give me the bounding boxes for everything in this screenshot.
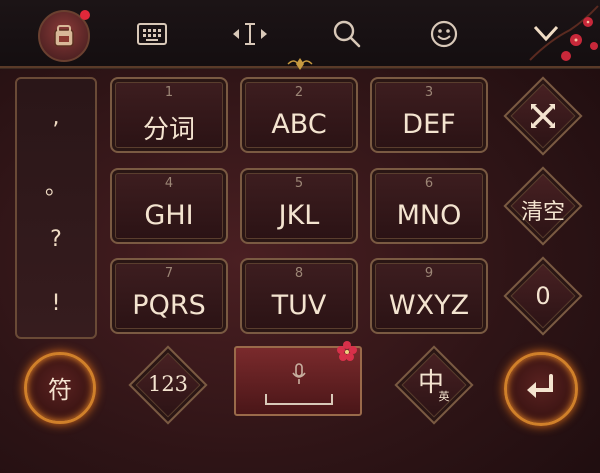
key-number: 2 (294, 85, 304, 100)
key-number: 1 (164, 85, 174, 100)
enter-icon (527, 374, 553, 398)
punct-comma-key[interactable]: , (17, 105, 95, 130)
delete-icon (531, 104, 555, 128)
space-voice-key[interactable] (234, 341, 362, 416)
cursor-edit-icon (233, 23, 267, 45)
key-number: 7 (164, 266, 174, 281)
key-label: GHI (144, 200, 194, 231)
keyboard-icon (137, 23, 167, 45)
cursor-edit-button[interactable] (230, 14, 270, 54)
language-sub-label: 英 (438, 390, 450, 403)
key-number: 9 (424, 266, 434, 281)
punctuation-column: , 。 ? ! (15, 77, 97, 339)
key-label: WXYZ (388, 290, 470, 321)
key-1-fenci[interactable]: 1 分词 (110, 77, 228, 153)
key-2-abc[interactable]: 2 ABC (240, 77, 358, 153)
punct-period-key[interactable]: 。 (17, 169, 95, 201)
emoji-icon (430, 20, 458, 48)
key-label: ABC (271, 109, 327, 140)
key-number: 4 (164, 176, 174, 191)
key-3-def[interactable]: 3 DEF (370, 77, 488, 153)
search-button[interactable] (327, 14, 367, 54)
search-icon (333, 20, 361, 48)
collapse-keyboard-button[interactable] (526, 14, 566, 54)
emoji-button[interactable] (424, 14, 464, 54)
key-9-wxyz[interactable]: 9 WXYZ (370, 258, 488, 334)
key-4-ghi[interactable]: 4 GHI (110, 168, 228, 244)
key-label: PQRS (132, 290, 206, 321)
skin-button[interactable] (38, 10, 90, 62)
notification-dot (80, 10, 90, 20)
numeric-key-label: 123 (147, 372, 189, 396)
symbol-key-label: 符 (48, 376, 72, 404)
backpack-icon (54, 25, 74, 47)
key-number: 6 (424, 176, 434, 191)
key-6-mno[interactable]: 6 MNO (370, 168, 488, 244)
space-bar-icon (265, 394, 333, 405)
key-label: TUV (271, 290, 327, 321)
key-8-tuv[interactable]: 8 TUV (240, 258, 358, 334)
key-number: 5 (294, 176, 304, 191)
key-label: JKL (278, 200, 320, 231)
divider-ornament-icon (287, 58, 313, 70)
clear-key-label: 清空 (520, 200, 565, 225)
key-number: 3 (424, 85, 434, 100)
plum-blossom-icon (337, 341, 357, 361)
collapse-keyboard-icon (533, 25, 559, 42)
zero-key-label: 0 (535, 282, 551, 310)
punct-exclamation-key[interactable]: ! (17, 291, 95, 316)
punct-question-key[interactable]: ? (17, 227, 95, 252)
key-7-pqrs[interactable]: 7 PQRS (110, 258, 228, 334)
key-label: MNO (396, 200, 462, 231)
microphone-icon (292, 363, 306, 384)
keyboard-switch-button[interactable] (132, 14, 172, 54)
key-label: DEF (402, 109, 456, 140)
key-number: 8 (294, 266, 304, 281)
key-5-jkl[interactable]: 5 JKL (240, 168, 358, 244)
key-label: 分词 (142, 115, 195, 145)
